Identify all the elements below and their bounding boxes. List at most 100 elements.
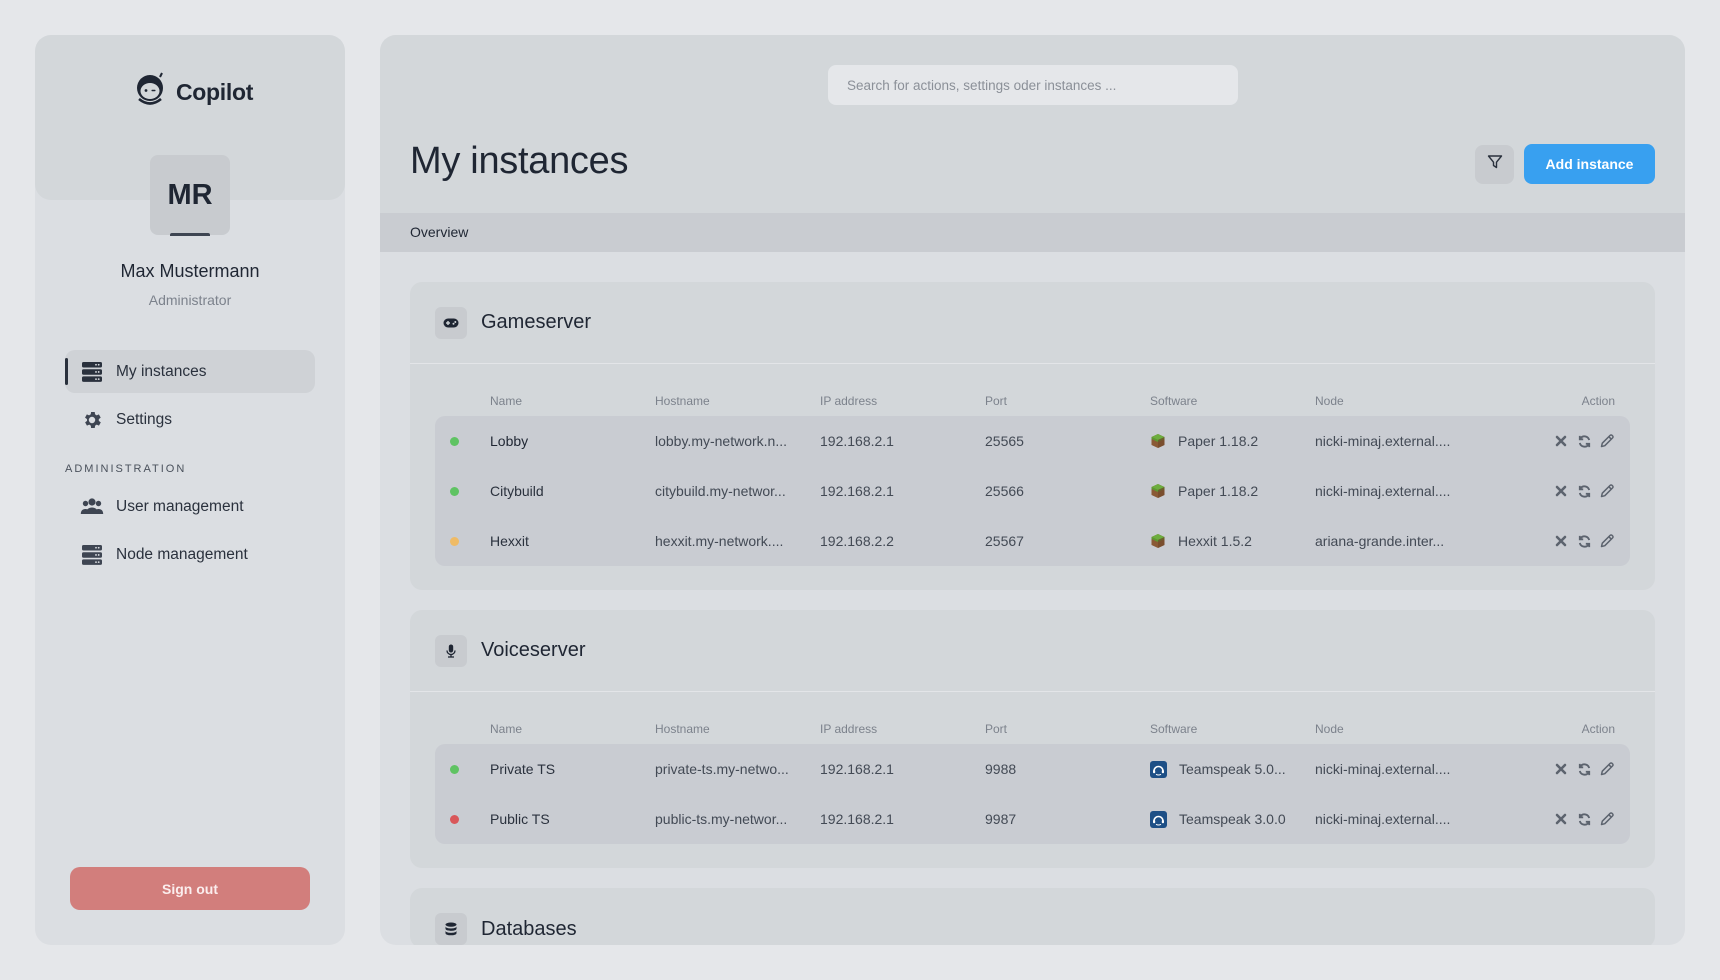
sidebar-item-node-management[interactable]: Node management	[65, 533, 315, 576]
cell-ip: 192.168.2.1	[820, 483, 894, 499]
sidebar-item-label: Node management	[116, 545, 248, 563]
status-indicator-starting	[450, 536, 459, 546]
cell-port: 25566	[985, 483, 1024, 499]
stop-icon[interactable]	[1553, 761, 1569, 777]
sign-out-button[interactable]: Sign out	[70, 867, 310, 910]
cell-node: nicki-minaj.external....	[1315, 811, 1451, 827]
col-port: Port	[985, 722, 1008, 736]
cell-name[interactable]: Private TS	[490, 761, 655, 777]
tab-bar: Overview	[380, 213, 1685, 252]
sidebar-item-label: User management	[116, 497, 244, 515]
status-indicator-online	[450, 764, 459, 774]
gamepad-icon	[435, 306, 467, 339]
restart-icon[interactable]	[1576, 433, 1592, 449]
add-instance-button[interactable]: Add instance	[1524, 144, 1655, 184]
software-label: Teamspeak 5.0...	[1179, 761, 1286, 777]
cell-hostname: hexxit.my-network....	[655, 533, 784, 549]
database-icon	[435, 913, 467, 945]
cell-software: Hexxit 1.5.2	[1150, 533, 1315, 549]
cell-name[interactable]: Public TS	[490, 811, 655, 827]
tab-overview[interactable]: Overview	[410, 224, 468, 240]
stop-icon[interactable]	[1553, 433, 1569, 449]
cell-port: 25565	[985, 433, 1024, 449]
cell-name[interactable]: Lobby	[490, 433, 655, 449]
group-header: Gameserver	[410, 282, 1655, 364]
edit-icon[interactable]	[1599, 483, 1615, 499]
row-actions	[1480, 483, 1630, 499]
col-name: Name	[490, 722, 523, 736]
status-indicator-offline	[450, 814, 459, 824]
status-indicator-online	[450, 436, 459, 446]
table-header: Name Hostname IP address Port Software N…	[435, 386, 1630, 416]
group-title: Databases	[481, 917, 577, 940]
status-cell	[435, 764, 490, 774]
user-role: Administrator	[148, 292, 232, 308]
status-cell	[435, 536, 490, 546]
avatar[interactable]: MR	[150, 155, 230, 236]
sidebar-item-label: My instances	[116, 362, 207, 380]
cell-name[interactable]: Hexxit	[490, 533, 655, 549]
main-header	[380, 35, 1685, 213]
restart-icon[interactable]	[1576, 811, 1592, 827]
edit-icon[interactable]	[1599, 533, 1615, 549]
table-row[interactable]: Citybuild citybuild.my-networ... 192.168…	[435, 466, 1630, 516]
search-input[interactable]	[828, 65, 1238, 105]
software-label: Paper 1.18.2	[1178, 483, 1259, 499]
edit-icon[interactable]	[1599, 811, 1615, 827]
restart-icon[interactable]	[1576, 533, 1592, 549]
cell-node: nicki-minaj.external....	[1315, 761, 1451, 777]
status-cell	[435, 436, 490, 446]
table-row[interactable]: Lobby lobby.my-network.n... 192.168.2.1 …	[435, 416, 1630, 466]
status-indicator-online	[450, 486, 459, 496]
minecraft-grass-block-icon	[1150, 433, 1166, 449]
filter-button[interactable]	[1475, 145, 1514, 184]
cell-software: Paper 1.18.2	[1150, 483, 1315, 499]
cell-hostname: private-ts.my-netwo...	[655, 761, 789, 777]
restart-icon[interactable]	[1576, 483, 1592, 499]
cell-hostname: lobby.my-network.n...	[655, 433, 788, 449]
edit-icon[interactable]	[1599, 761, 1615, 777]
page-title: My instances	[410, 140, 629, 182]
group-voiceserver: Voiceserver Name Hostname IP address Por…	[410, 610, 1655, 868]
cell-hostname: public-ts.my-networ...	[655, 811, 788, 827]
row-actions	[1480, 533, 1630, 549]
restart-icon[interactable]	[1576, 761, 1592, 777]
row-actions	[1480, 433, 1630, 449]
table-row[interactable]: Private TS private-ts.my-netwo... 192.16…	[435, 744, 1630, 794]
stop-icon[interactable]	[1553, 811, 1569, 827]
group-title: Voiceserver	[481, 639, 586, 661]
cell-software: Teamspeak 5.0...	[1150, 760, 1315, 778]
sidebar-nav: My instances Settings ADMINISTRATION Use…	[65, 350, 315, 581]
microphone-icon	[435, 634, 467, 667]
instance-table: Name Hostname IP address Port Software N…	[410, 692, 1655, 868]
avatar-initials: MR	[167, 178, 213, 211]
col-name: Name	[490, 394, 523, 408]
cell-node: ariana-grande.inter...	[1315, 533, 1445, 549]
cell-port: 9987	[985, 811, 1017, 827]
col-hostname: Hostname	[655, 394, 710, 408]
sidebar-item-settings[interactable]: Settings	[65, 398, 315, 441]
table-row[interactable]: Hexxit hexxit.my-network.... 192.168.2.2…	[435, 516, 1630, 566]
cell-ip: 192.168.2.1	[820, 761, 894, 777]
cell-node: nicki-minaj.external....	[1315, 483, 1451, 499]
col-software: Software	[1150, 722, 1198, 736]
instance-groups: Gameserver Name Hostname IP address Port…	[410, 282, 1655, 945]
table-row[interactable]: Public TS public-ts.my-networ... 192.168…	[435, 794, 1630, 844]
cell-name[interactable]: Citybuild	[490, 483, 655, 499]
brand-logo[interactable]: Copilot	[132, 72, 253, 113]
copilot-logo-icon	[132, 72, 168, 113]
stop-icon[interactable]	[1553, 533, 1569, 549]
col-hostname: Hostname	[655, 722, 710, 736]
brand-name: Copilot	[176, 79, 254, 105]
cell-port: 25567	[985, 533, 1024, 549]
edit-icon[interactable]	[1599, 433, 1615, 449]
sidebar: Copilot MR Max Mustermann Administrator …	[35, 35, 345, 945]
sidebar-item-my-instances[interactable]: My instances	[65, 350, 315, 393]
cell-hostname: citybuild.my-networ...	[655, 483, 786, 499]
stop-icon[interactable]	[1553, 483, 1569, 499]
cell-node: nicki-minaj.external....	[1315, 433, 1451, 449]
sidebar-section-administration: ADMINISTRATION	[65, 463, 187, 475]
sidebar-item-user-management[interactable]: User management	[65, 485, 315, 528]
col-action: Action	[1581, 394, 1615, 408]
filter-icon	[1487, 154, 1503, 175]
